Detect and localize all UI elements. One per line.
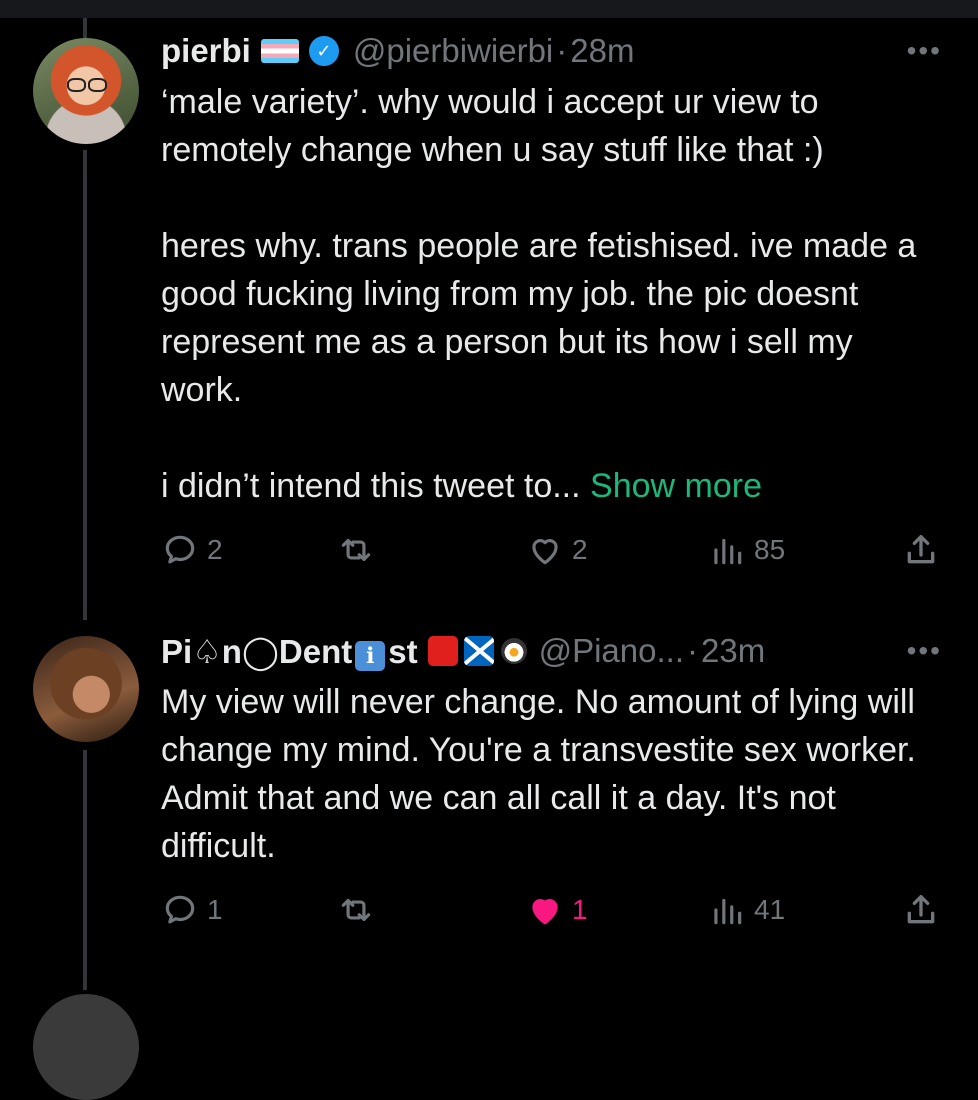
handle[interactable]: @pierbiwierbi [353, 32, 553, 70]
spade-icon: ♤ [192, 632, 222, 670]
retweet-button[interactable] [336, 530, 376, 570]
views-count: 85 [754, 534, 786, 565]
separator-dot: · [686, 632, 698, 669]
tweet-text: My view will never change. No amount of … [161, 683, 925, 865]
avatar[interactable] [33, 38, 139, 144]
share-icon [907, 895, 935, 924]
like-count: 2 [572, 534, 588, 565]
views-icon [714, 538, 742, 565]
more-icon[interactable]: ••• [907, 26, 942, 76]
share-icon [907, 535, 935, 564]
info-emoji-icon: ℹ [355, 640, 386, 671]
retweet-icon [341, 538, 371, 562]
reply-button[interactable]: 1 [161, 890, 223, 930]
avatar[interactable] [33, 636, 139, 742]
reply-count: 2 [207, 534, 223, 565]
glasses-shape [67, 78, 107, 92]
reply-icon [165, 535, 195, 564]
red-square-icon [427, 636, 458, 666]
reply-button[interactable]: 2 [161, 530, 223, 570]
tweet-header: pierbi ✓ @pierbiwierbi · 28m [161, 26, 634, 76]
views-icon [714, 898, 742, 925]
verified-badge-icon[interactable]: ✓ [308, 36, 339, 66]
name-part: Dent [278, 632, 353, 670]
like-icon [532, 899, 558, 925]
more-icon[interactable]: ••• [907, 626, 942, 676]
tweet-text: ‘male variety’. why would i accept ur vi… [161, 78, 941, 510]
views-count: 41 [754, 894, 786, 925]
display-name[interactable]: pierbi [161, 32, 251, 70]
tweet-header: Pi♤n◯Dent ℹ st @Piano... · 23m [161, 626, 765, 676]
circle-icon: ◯ [241, 632, 279, 670]
handle[interactable]: @Piano... [539, 632, 684, 670]
share-button[interactable] [901, 530, 941, 570]
like-button[interactable]: 2 [526, 530, 588, 570]
like-icon [532, 539, 558, 565]
reply-icon [165, 895, 195, 924]
like-button[interactable]: 1 [526, 890, 588, 930]
timestamp[interactable]: 28m [570, 32, 634, 70]
retweet-icon [341, 898, 371, 922]
frying-pan-icon [500, 638, 527, 664]
scotland-flag-icon [463, 636, 494, 666]
retweet-button[interactable] [336, 890, 376, 930]
like-count: 1 [572, 894, 588, 925]
timestamp[interactable]: 23m [701, 632, 765, 670]
name-part: Pi [161, 632, 193, 670]
show-more-link[interactable]: Show more [590, 467, 762, 505]
separator-dot: · [556, 32, 568, 69]
tweet[interactable]: Pi♤n◯Dent ℹ st @Piano... · 23m ••• My view… [0, 600, 978, 980]
name-part: n [221, 632, 242, 670]
action-bar: 1 1 41 [161, 890, 946, 930]
action-bar: 2 2 85 [161, 530, 946, 570]
tweet-body: ‘male variety’. why would i accept ur vi… [161, 83, 917, 505]
name-part: st [388, 632, 418, 670]
display-name[interactable]: Pi♤n◯Dent ℹ st [161, 632, 418, 671]
views-button[interactable]: 85 [708, 530, 785, 570]
views-button[interactable]: 41 [708, 890, 785, 930]
share-button[interactable] [901, 890, 941, 930]
tweet[interactable]: pierbi ✓ @pierbiwierbi · 28m ••• ‘male v… [0, 0, 978, 600]
trans-flag-icon [260, 39, 299, 63]
reply-count: 1 [207, 894, 223, 925]
next-tweet-avatar[interactable] [33, 994, 139, 1100]
